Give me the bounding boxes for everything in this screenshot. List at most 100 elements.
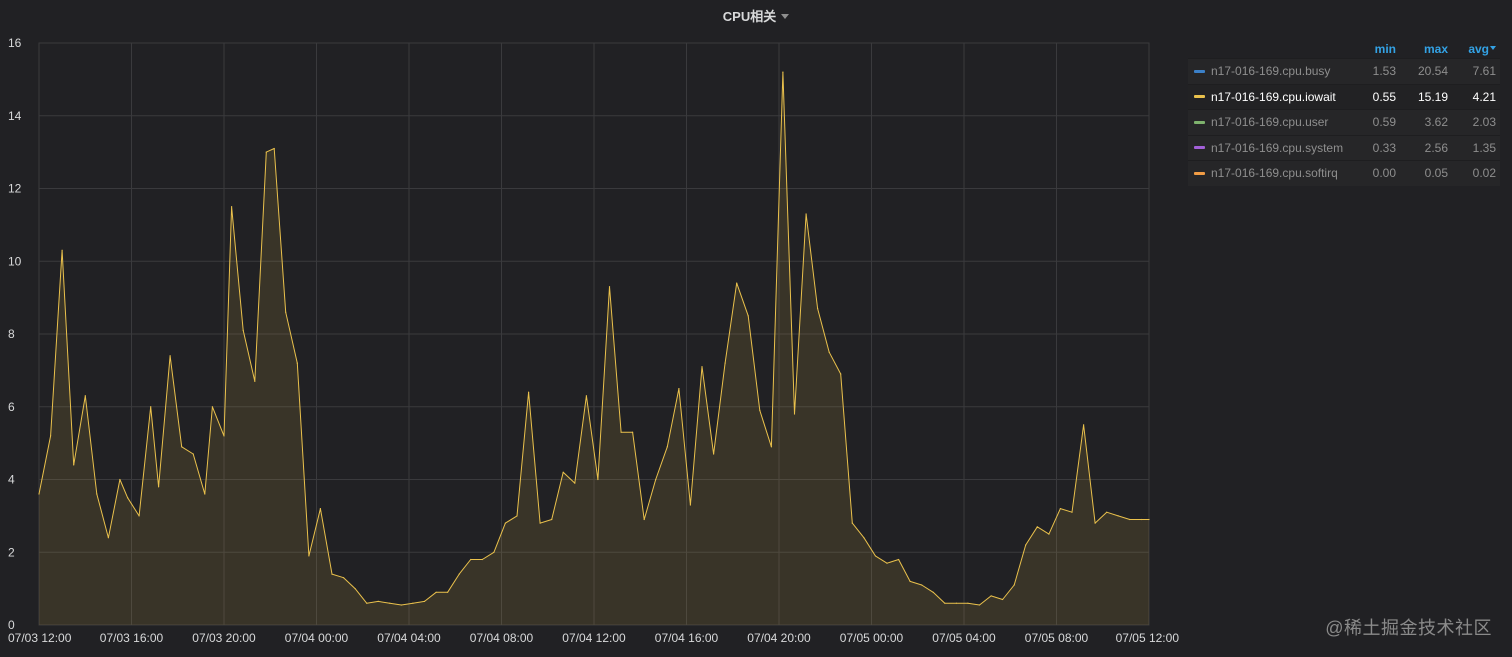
y-tick-label: 6: [8, 400, 15, 414]
data-point: [689, 504, 692, 506]
data-point: [308, 555, 310, 557]
data-point: [574, 482, 576, 484]
data-point: [61, 249, 63, 251]
x-tick-label: 07/05 12:00: [1116, 631, 1180, 645]
data-point: [138, 515, 140, 517]
data-point: [181, 446, 183, 448]
data-point: [1025, 544, 1027, 546]
y-tick-label: 10: [8, 254, 22, 268]
data-point: [285, 311, 287, 313]
data-point: [944, 602, 946, 604]
data-point: [805, 213, 807, 215]
legend-item[interactable]: n17-016-169.cpu.iowait 0.55 15.19 4.21: [1188, 83, 1500, 109]
y-tick-label: 12: [8, 182, 22, 196]
data-point: [1059, 508, 1061, 510]
x-axis-ticks: 07/03 12:00 07/03 16:00 07/03 20:00 07/04 0…: [8, 631, 1179, 645]
data-point: [632, 431, 634, 433]
legend-item-avg: 2.03: [1472, 115, 1496, 129]
legend-item-name: n17-016-169.cpu.user: [1211, 115, 1329, 129]
legend-item-max: 3.62: [1424, 115, 1448, 129]
data-point: [1013, 584, 1015, 586]
data-point: [412, 602, 414, 604]
data-point: [377, 600, 379, 603]
data-point: [585, 395, 588, 397]
legend-swatch[interactable]: [1194, 95, 1205, 99]
data-point: [319, 508, 321, 510]
data-point: [863, 537, 865, 539]
data-point: [678, 388, 680, 390]
legend-item-avg: 1.35: [1472, 140, 1496, 155]
data-point: [354, 588, 356, 590]
x-tick-label: 07/04 16:00: [655, 631, 719, 645]
legend-item-max: 0.05: [1424, 166, 1448, 180]
x-tick-label: 07/04 04:00: [377, 631, 441, 645]
graph-panel: CPU相关 0 2 4 6 8 10 12 14 16 07/03 12:00 07/03 16:…: [0, 0, 1512, 657]
data-point: [1048, 533, 1050, 535]
legend-item-min: 0.55: [1372, 89, 1396, 104]
legend-item-min: 0.33: [1372, 140, 1396, 155]
legend-swatch[interactable]: [1194, 171, 1205, 175]
data-point: [73, 464, 75, 466]
legend-header: min max avg: [1188, 40, 1500, 58]
data-point: [84, 395, 86, 397]
data-point: [597, 478, 599, 481]
data-point: [886, 562, 888, 564]
data-point: [528, 391, 530, 393]
legend-item-name: n17-016-169.cpu.iowait: [1211, 89, 1336, 104]
data-point: [967, 602, 969, 604]
data-point: [759, 409, 761, 411]
y-tick-label: 8: [8, 327, 15, 341]
data-point: [955, 602, 958, 604]
legend-item[interactable]: n17-016-169.cpu.softirq 0.00 0.05 0.02: [1188, 160, 1500, 186]
legend-item[interactable]: n17-016-169.cpu.user 0.59 3.62 2.03: [1188, 109, 1500, 135]
data-point: [127, 497, 129, 499]
legend-item-avg: 7.61: [1472, 64, 1496, 78]
x-tick-label: 07/03 16:00: [100, 631, 164, 645]
data-point: [817, 307, 819, 310]
data-point: [389, 602, 391, 604]
x-tick-label: 07/03 20:00: [192, 631, 256, 645]
y-tick-label: 4: [8, 473, 15, 487]
x-tick-label: 07/04 20:00: [747, 631, 811, 645]
legend-item[interactable]: n17-016-169.cpu.system 0.33 2.56 1.35: [1188, 134, 1500, 160]
data-point: [666, 446, 668, 448]
y-tick-label: 0: [8, 618, 15, 632]
data-point: [851, 522, 853, 524]
data-point: [504, 522, 506, 524]
legend-header-min[interactable]: min: [1348, 40, 1400, 58]
data-point: [932, 591, 934, 593]
data-point: [223, 435, 225, 437]
legend-item-min: 0.00: [1372, 166, 1396, 180]
data-point: [1094, 522, 1096, 524]
legend-swatch[interactable]: [1194, 69, 1205, 73]
legend-item-avg: 4.21: [1472, 89, 1496, 104]
legend-swatch[interactable]: [1194, 146, 1205, 150]
legend-item-max: 15.19: [1417, 89, 1448, 104]
legend-item-name: n17-016-169.cpu.system: [1211, 140, 1344, 155]
data-point: [1148, 518, 1150, 521]
legend-swatch[interactable]: [1194, 120, 1205, 124]
legend-header-avg[interactable]: avg: [1452, 40, 1500, 58]
legend-item-max: 20.54: [1417, 64, 1448, 78]
data-point: [400, 604, 402, 606]
data-point: [793, 413, 796, 415]
data-point: [50, 435, 52, 437]
data-point: [211, 406, 213, 408]
legend-item-avg: 0.02: [1472, 166, 1496, 180]
data-point: [150, 406, 152, 408]
data-point: [747, 315, 749, 317]
sort-desc-icon: [1490, 45, 1496, 50]
data-point: [828, 351, 830, 353]
y-tick-label: 14: [8, 109, 22, 123]
legend-item-min: 1.53: [1372, 64, 1396, 78]
data-point: [158, 486, 160, 488]
legend-item-name: n17-016-169.cpu.softirq: [1211, 166, 1338, 180]
data-point: [204, 493, 206, 495]
data-point: [978, 604, 981, 606]
legend-item[interactable]: n17-016-169.cpu.busy 1.53 20.54 7.61: [1188, 58, 1500, 84]
data-point: [1106, 511, 1108, 513]
x-tick-label: 07/04 08:00: [470, 631, 534, 645]
data-point: [447, 591, 449, 593]
legend-header-max[interactable]: max: [1400, 40, 1452, 58]
data-point: [96, 493, 98, 495]
